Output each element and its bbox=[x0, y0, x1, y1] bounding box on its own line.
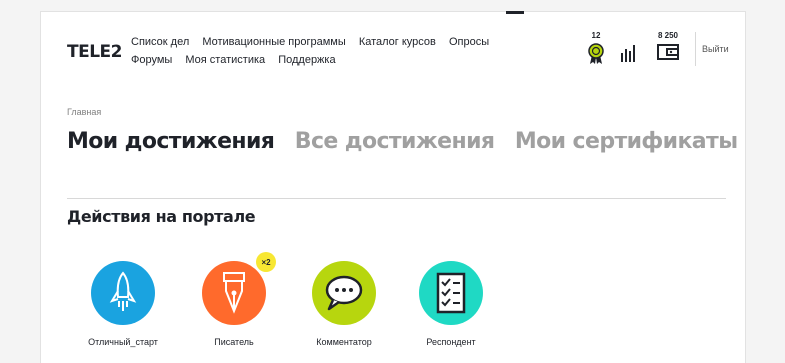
badge-label: Комментатор bbox=[316, 337, 372, 347]
pen-nib-icon bbox=[223, 272, 245, 314]
achievements-tabs: Мои достижения Все достижения Мои сертиф… bbox=[67, 129, 754, 154]
badge-writer[interactable]: ×2 Писатель bbox=[184, 252, 284, 347]
section-divider bbox=[67, 198, 726, 199]
multiplier-badge: ×2 bbox=[256, 252, 276, 272]
achievements-count: 12 bbox=[591, 31, 601, 40]
badge-respondent[interactable]: Респондент bbox=[401, 261, 501, 347]
speech-bubble-icon bbox=[325, 275, 363, 311]
nav-item-motivation-programs[interactable]: Мотивационные программы bbox=[202, 36, 345, 48]
statistics-count bbox=[618, 31, 640, 41]
balance-amount: 8 250 bbox=[657, 31, 679, 40]
badge-label: Писатель bbox=[214, 337, 254, 347]
bar-chart-icon bbox=[621, 45, 635, 62]
badge-circle bbox=[419, 261, 483, 325]
nav-item-todo-list[interactable]: Список дел bbox=[131, 36, 189, 48]
main-nav: Список дел Мотивационные программы Катал… bbox=[131, 33, 491, 69]
nav-item-surveys[interactable]: Опросы bbox=[449, 36, 489, 48]
tab-all-achievements[interactable]: Все достижения bbox=[295, 129, 495, 154]
nav-item-forums[interactable]: Форумы bbox=[131, 54, 172, 66]
active-indicator bbox=[506, 11, 524, 14]
nav-item-my-statistics[interactable]: Моя статистика bbox=[185, 54, 265, 66]
wallet-icon bbox=[657, 44, 679, 60]
tab-my-certificates[interactable]: Мои сертификаты bbox=[515, 129, 738, 154]
header-divider bbox=[695, 32, 696, 66]
badge-circle: ×2 bbox=[202, 252, 276, 325]
breadcrumb[interactable]: Главная bbox=[67, 107, 101, 117]
nav-item-course-catalog[interactable]: Каталог курсов bbox=[359, 36, 436, 48]
achievements-counter[interactable]: 12 bbox=[584, 31, 608, 65]
statistics-counter[interactable] bbox=[618, 31, 640, 63]
section-title: Действия на портале bbox=[67, 207, 256, 226]
tab-my-achievements[interactable]: Мои достижения bbox=[67, 129, 275, 154]
rocket-icon bbox=[109, 271, 137, 311]
medal-icon bbox=[588, 43, 604, 64]
balance-counter[interactable]: 8 250 bbox=[652, 31, 684, 61]
badge-label: Отличный_старт bbox=[88, 337, 158, 347]
badge-label: Респондент bbox=[426, 337, 476, 347]
logout-link[interactable]: Выйти bbox=[702, 44, 729, 54]
badge-commentator[interactable]: Комментатор bbox=[294, 261, 394, 347]
badge-circle bbox=[91, 261, 155, 325]
nav-row-2: Форумы Моя статистика Поддержка bbox=[131, 51, 491, 69]
logo[interactable]: TELE2 bbox=[67, 42, 122, 62]
badge-excellent-start[interactable]: Отличный_старт bbox=[73, 261, 173, 347]
nav-row-1: Список дел Мотивационные программы Катал… bbox=[131, 33, 491, 51]
nav-item-support[interactable]: Поддержка bbox=[278, 54, 335, 66]
checklist-icon bbox=[436, 272, 466, 314]
badge-circle bbox=[312, 261, 376, 325]
